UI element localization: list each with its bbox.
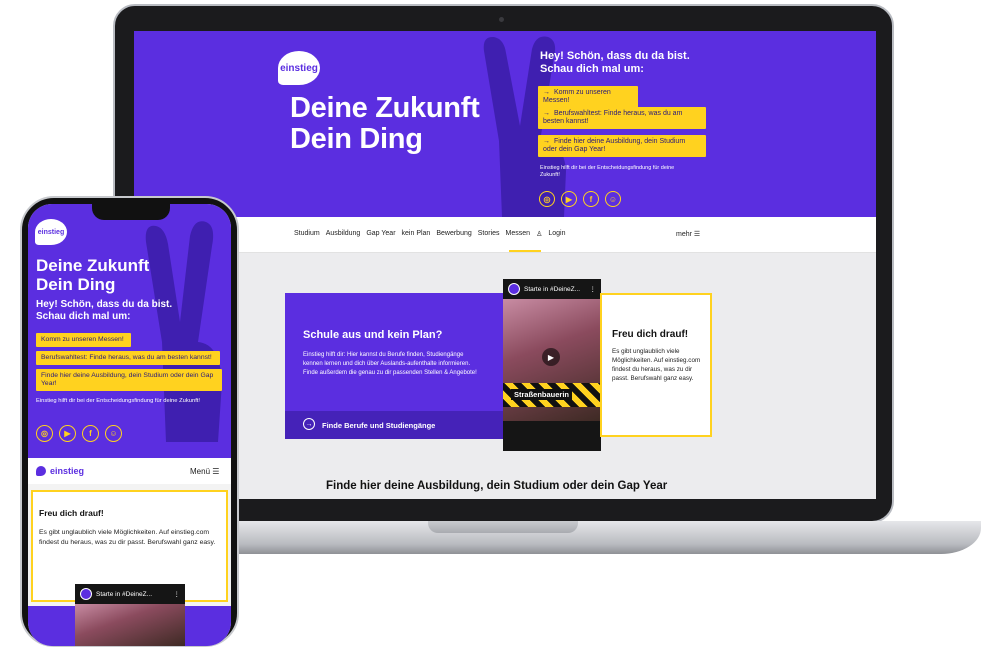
cta-berufswahltest-button[interactable]: Berufswahltest: Finde heraus, was du am … [36,351,220,365]
social-links: ◎ ▶ f ☺ [36,425,122,442]
greeting: Hey! Schön, dass du da bist. Schau dich … [540,50,740,76]
card-title: Schule aus und kein Plan? [303,329,443,341]
video-title: Starte in #DeineZ... [524,285,580,293]
greeting-line-2: Schau dich mal um: [36,311,131,322]
channel-avatar [80,588,92,600]
video-header: Starte in #DeineZ... ⋮ [503,279,601,299]
video-player[interactable]: Starte in #DeineZ... ⋮ [75,584,185,646]
freu-text: Es gibt unglaublich viele Möglichkeiten.… [612,348,701,382]
arrow-right-icon: → [543,138,550,145]
user-icon: ♙ [536,231,543,238]
nav-item-ausbildung[interactable]: Ausbildung [326,230,361,238]
greeting: Hey! Schön, dass du da bist. Schau dich … [36,299,226,323]
cta-label: Finde hier deine Ausbildung, dein Studiu… [543,138,686,153]
einstieg-logo[interactable]: einstieg [35,219,67,245]
hero-help-text: Einstieg hilft dir bei der Entscheidungs… [36,398,201,404]
hero-headline: Deine Zukunft Dein Ding [290,92,480,155]
nav-item-messen[interactable]: Messen [506,230,531,238]
phone-navigation: einstieg Menü ☰ [28,458,231,484]
nav-item-stories[interactable]: Stories [478,230,500,238]
more-vertical-icon[interactable]: ⋮ [174,590,181,598]
hamburger-icon: ☰ [212,467,220,476]
cta-ausbildung-button[interactable]: Finde hier deine Ausbildung, dein Studiu… [36,369,222,391]
device-mockup: einstieg Deine Zukunft Dein Ding Hey! Sc… [0,0,989,647]
cta-messen-button[interactable]: → Komm zu unseren Messen! [538,86,638,108]
card-text: Einstieg hilft dir: Hier kannst du Beruf… [303,352,477,376]
headline-line-1: Deine Zukunft [36,256,150,275]
cta-label: Komm zu unseren Messen! [543,89,611,104]
greeting-line-1: Hey! Schön, dass du da bist. [36,299,173,310]
card-link-label: Finde Berufe und Studiengänge [322,421,436,430]
phone-notch [92,204,170,220]
freu-title: Freu dich drauf! [612,329,689,340]
laptop-screen: einstieg Deine Zukunft Dein Ding Hey! Sc… [134,31,876,499]
instagram-icon[interactable]: ◎ [36,425,53,442]
laptop-notch [428,521,578,533]
logo-mark-icon [36,466,46,476]
more-vertical-icon[interactable]: ⋮ [590,285,597,293]
play-icon[interactable]: ▶ [542,348,560,366]
arrow-right-icon: → [303,418,315,430]
snapchat-icon[interactable]: ☺ [105,425,122,442]
brand-link[interactable]: einstieg [36,466,84,476]
phone-hero-banner: einstieg Deine Zukunft Dein Ding Hey! Sc… [28,204,231,458]
info-card: Schule aus und kein Plan? Einstieg hilft… [285,293,505,439]
laptop-camera [499,17,504,22]
snapchat-icon[interactable]: ☺ [605,191,621,207]
freu-card: Freu dich drauf! Es gibt unglaublich vie… [600,293,712,437]
hamburger-icon: ☰ [693,231,701,238]
facebook-icon[interactable]: f [82,425,99,442]
nav-items: Studium Ausbildung Gap Year kein Plan Be… [294,230,565,238]
nav-item-gap-year[interactable]: Gap Year [366,230,395,238]
nav-item-login[interactable]: Login [548,230,565,238]
einstieg-logo[interactable]: einstieg [278,51,320,85]
channel-avatar [508,283,520,295]
menu-button[interactable]: Menü ☰ [190,467,219,476]
section-heading: Finde hier deine Ausbildung, dein Studiu… [326,480,668,492]
arrow-right-icon: → [543,110,550,117]
video-title: Starte in #DeineZ... [96,590,152,598]
freu-text: Es gibt unglaublich viele Möglichkeiten.… [39,529,216,546]
greeting-line-2: Schau dich mal um: [540,63,644,75]
video-player[interactable]: Starte in #DeineZ... ⋮ ▶ Straßenbauerin [503,279,601,451]
youtube-icon[interactable]: ▶ [59,425,76,442]
nav-item-kein-plan[interactable]: kein Plan [402,230,431,238]
peace-hand-image [145,221,222,442]
video-thumbnail [75,604,185,646]
nav-item-bewerbung[interactable]: Bewerbung [436,230,471,238]
main-navigation: Studium Ausbildung Gap Year kein Plan Be… [134,217,876,253]
video-label: Straßenbauerin [511,389,573,400]
greeting-line-1: Hey! Schön, dass du da bist. [540,50,690,62]
social-links: ◎ ▶ f ☺ [539,191,621,207]
brand-label: einstieg [50,466,85,476]
menu-label: Menü [190,467,211,476]
youtube-icon[interactable]: ▶ [561,191,577,207]
headline-line-2: Dein Ding [290,123,423,155]
facebook-icon[interactable]: f [583,191,599,207]
instagram-icon[interactable]: ◎ [539,191,555,207]
active-indicator [509,250,541,252]
hero-headline: Deine Zukunft Dein Ding [36,256,149,294]
freu-title: Freu dich drauf! [39,508,104,518]
hero-help-text: Einstieg hilft dir bei der Entscheidungs… [540,165,675,178]
card-link-button[interactable]: → Finde Berufe und Studiengänge [285,411,505,439]
cta-ausbildung-button[interactable]: → Finde hier deine Ausbildung, dein Studi… [538,135,706,157]
headline-line-2: Dein Ding [36,275,116,294]
cta-label: Berufswahltest: Finde heraus, was du am … [543,110,683,125]
cta-berufswahltest-button[interactable]: → Berufswahltest: Finde heraus, was du am… [538,107,706,129]
arrow-right-icon: → [543,89,550,96]
headline-line-1: Deine Zukunft [290,92,480,124]
hero-banner: einstieg Deine Zukunft Dein Ding Hey! Sc… [134,31,876,217]
phone-screen: einstieg Deine Zukunft Dein Ding Hey! Sc… [28,204,231,646]
more-menu-button[interactable]: mehr ☰ [676,230,700,238]
video-header: Starte in #DeineZ... ⋮ [75,584,185,604]
cta-messen-button[interactable]: Komm zu unseren Messen! [36,333,131,347]
nav-item-studium[interactable]: Studium [294,230,320,238]
more-label: mehr [676,231,692,238]
